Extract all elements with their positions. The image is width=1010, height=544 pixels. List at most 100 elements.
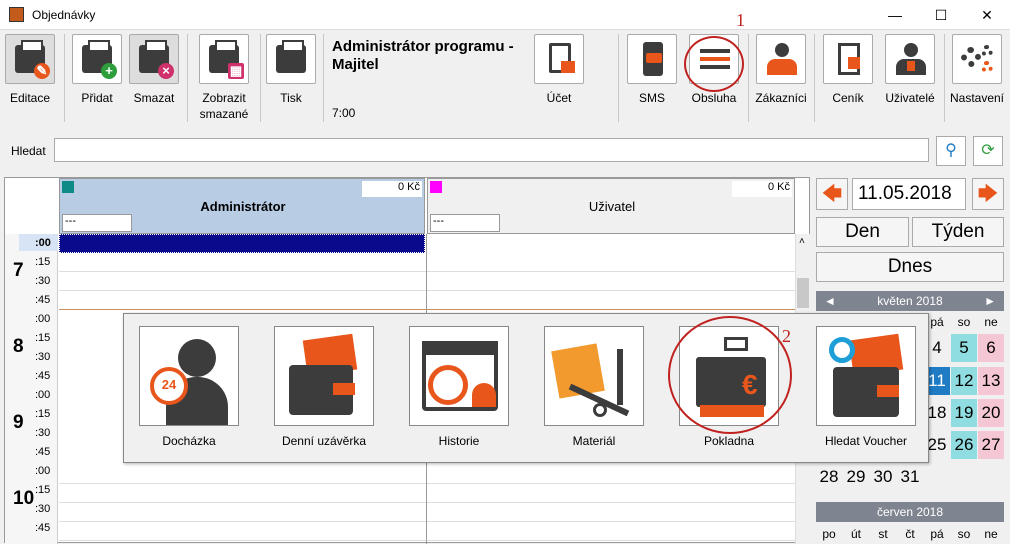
month-header-2: červen 2018 <box>816 502 1004 522</box>
minute-label: :30 <box>35 351 51 363</box>
minute-label: :00 <box>35 237 51 249</box>
account-icon <box>534 34 584 84</box>
annotation-label-1: 1 <box>736 10 745 30</box>
table-row[interactable] <box>59 291 795 310</box>
attendance-icon: 24 <box>139 326 239 426</box>
title-bar: Objednávky — ☐ ✕ <box>0 0 1010 30</box>
color-marker <box>62 181 74 193</box>
window-title: Objednávky <box>32 8 96 22</box>
annotation-circle-1 <box>684 36 744 92</box>
minute-label: :15 <box>35 408 51 420</box>
next-day-button[interactable]: 🡆 <box>972 178 1004 210</box>
hour-label: 7 <box>13 260 24 281</box>
add-button[interactable]: + Přidat <box>70 34 124 106</box>
sms-icon <box>627 34 677 84</box>
calendar-day[interactable]: 29 <box>843 463 869 491</box>
day-view-button[interactable]: Den <box>816 217 909 247</box>
show-deleted-button[interactable]: ▦ Zobrazit smazané <box>192 34 256 122</box>
selected-slot[interactable] <box>59 234 425 253</box>
account-button[interactable]: Účet <box>533 34 585 106</box>
calendar-day[interactable]: 31 <box>897 463 923 491</box>
prev-day-button[interactable]: 🡄 <box>816 178 848 210</box>
annotation-circle-2 <box>668 316 792 434</box>
settings-button[interactable]: Nastavení <box>948 34 1006 106</box>
column-header-user[interactable]: 0 Kč Uživatel --- <box>427 178 795 234</box>
calendar-day[interactable]: 27 <box>978 431 1004 459</box>
minute-label: :15 <box>35 256 51 268</box>
minute-label: :45 <box>35 370 51 382</box>
refresh-icon[interactable]: ⟳ <box>973 136 1003 166</box>
calendar-day[interactable]: 13 <box>978 367 1004 395</box>
minute-label: :00 <box>35 465 51 477</box>
column-field[interactable]: --- <box>62 214 132 232</box>
calendar-day[interactable]: 19 <box>951 399 977 427</box>
attendance-button[interactable]: 24 Docházka <box>119 326 259 448</box>
print-button[interactable]: Tisk <box>265 34 317 106</box>
maximize-button[interactable]: ☐ <box>918 0 964 30</box>
current-time: 7:00 <box>332 106 356 120</box>
minute-label: :15 <box>35 484 51 496</box>
hour-label: 8 <box>13 336 24 357</box>
minute-label: :30 <box>35 503 51 515</box>
search-input[interactable] <box>54 138 929 162</box>
daily-closing-icon <box>274 326 374 426</box>
history-icon <box>409 326 509 426</box>
scroll-up-icon[interactable]: ˄ <box>799 236 805 247</box>
amount: 0 Kč <box>732 181 792 197</box>
minute-label: :45 <box>35 446 51 458</box>
edit-button[interactable]: ✎ Editace <box>4 34 56 106</box>
customers-button[interactable]: Zákazníci <box>753 34 809 106</box>
material-button[interactable]: Materiál <box>524 326 664 448</box>
customers-icon <box>756 34 806 84</box>
table-row[interactable] <box>59 522 795 541</box>
column-field[interactable]: --- <box>430 214 500 232</box>
users-button[interactable]: Uživatelé <box>882 34 938 106</box>
delete-button[interactable]: × Smazat <box>127 34 181 106</box>
month-header: ◄ květen 2018 ► <box>816 291 1004 311</box>
week-view-button[interactable]: Týden <box>912 217 1004 247</box>
date-field[interactable]: 11.05.2018 <box>852 178 966 210</box>
add-icon: + <box>72 34 122 84</box>
calendar-day[interactable]: 12 <box>951 367 977 395</box>
obsluha-popup-menu: 24 Docházka Denní uzávěrka Historie Mate… <box>123 313 929 463</box>
today-button[interactable]: Dnes <box>816 252 1004 282</box>
minute-label: :15 <box>35 332 51 344</box>
calendar-day[interactable]: 30 <box>870 463 896 491</box>
close-button[interactable]: ✕ <box>964 0 1010 30</box>
table-row[interactable] <box>59 503 795 522</box>
calendar-day[interactable]: 26 <box>951 431 977 459</box>
column-header-administrator[interactable]: 0 Kč Administrátor --- <box>59 178 425 234</box>
table-row[interactable] <box>59 272 795 291</box>
toolbar: ✎ Editace + Přidat × Smazat ▦ Zobrazit s… <box>0 30 1010 130</box>
color-marker <box>430 181 442 193</box>
search-label: Hledat <box>11 144 46 158</box>
sms-button[interactable]: SMS <box>626 34 678 106</box>
voucher-search-icon <box>816 326 916 426</box>
print-icon <box>266 34 316 84</box>
hour-label: 10 <box>13 488 35 509</box>
table-row[interactable] <box>59 465 795 484</box>
calendar-day[interactable]: 20 <box>978 399 1004 427</box>
calendar-day[interactable]: 28 <box>816 463 842 491</box>
search-icon[interactable]: ⚲ <box>936 136 966 166</box>
delete-icon: × <box>129 34 179 84</box>
voucher-search-button[interactable]: Hledat Voucher <box>796 326 936 448</box>
material-icon <box>544 326 644 426</box>
history-button[interactable]: Historie <box>389 326 529 448</box>
minute-label: :30 <box>35 275 51 287</box>
calendar-day[interactable]: 6 <box>978 334 1004 362</box>
annotation-label-2: 2 <box>782 326 791 346</box>
daily-closing-button[interactable]: Denní uzávěrka <box>254 326 394 448</box>
table-row[interactable] <box>59 253 795 272</box>
minimize-button[interactable]: — <box>872 0 918 30</box>
edit-icon: ✎ <box>5 34 55 84</box>
next-month-icon[interactable]: ► <box>984 291 996 311</box>
scroll-thumb[interactable] <box>797 278 809 308</box>
hour-label: 9 <box>13 412 24 433</box>
table-row[interactable] <box>59 484 795 503</box>
pricelist-button[interactable]: Ceník <box>822 34 874 106</box>
minute-label: :45 <box>35 522 51 534</box>
calendar-day[interactable]: 5 <box>951 334 977 362</box>
prev-month-icon[interactable]: ◄ <box>824 291 836 311</box>
user-title: Administrátor programu - Majitel <box>332 38 514 73</box>
